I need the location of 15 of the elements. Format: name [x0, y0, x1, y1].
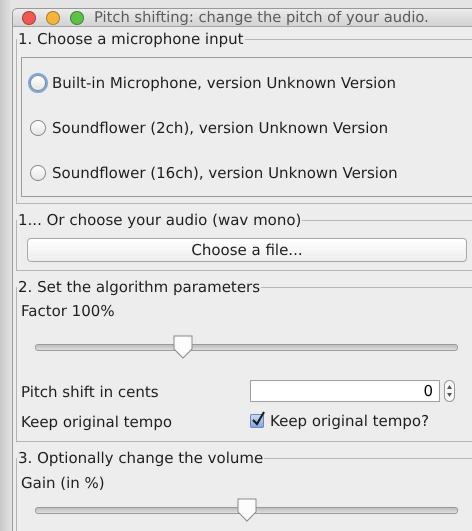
radio-label[interactable]: Soundflower (16ch), version Unknown Version	[52, 164, 398, 182]
window-title: Pitch shifting: change the pitch of your audio.	[94, 9, 429, 26]
tempo-label: Keep original tempo	[21, 412, 172, 430]
section-title: 1. Choose a microphone input	[17, 30, 245, 48]
radio-label[interactable]: Soundflower (2ch), version Unknown Version	[52, 119, 388, 137]
factor-label: Factor 100%	[21, 302, 115, 320]
gain-label: Gain (in %)	[21, 474, 105, 492]
checkbox-label[interactable]: Keep original tempo?	[270, 412, 430, 430]
section-title: 2. Set the algorithm parameters	[17, 278, 262, 296]
pitch-shift-label: Pitch shift in cents	[21, 382, 159, 400]
radio-label[interactable]: Built-in Microphone, version Unknown Version	[52, 74, 396, 92]
choose-file-button[interactable]: Choose a file...	[27, 238, 467, 262]
section-title: 1... Or choose your audio (wav mono)	[17, 211, 302, 229]
section-title: 3. Optionally change the volume	[17, 449, 264, 467]
pitch-shift-field[interactable]: 0	[250, 380, 440, 402]
